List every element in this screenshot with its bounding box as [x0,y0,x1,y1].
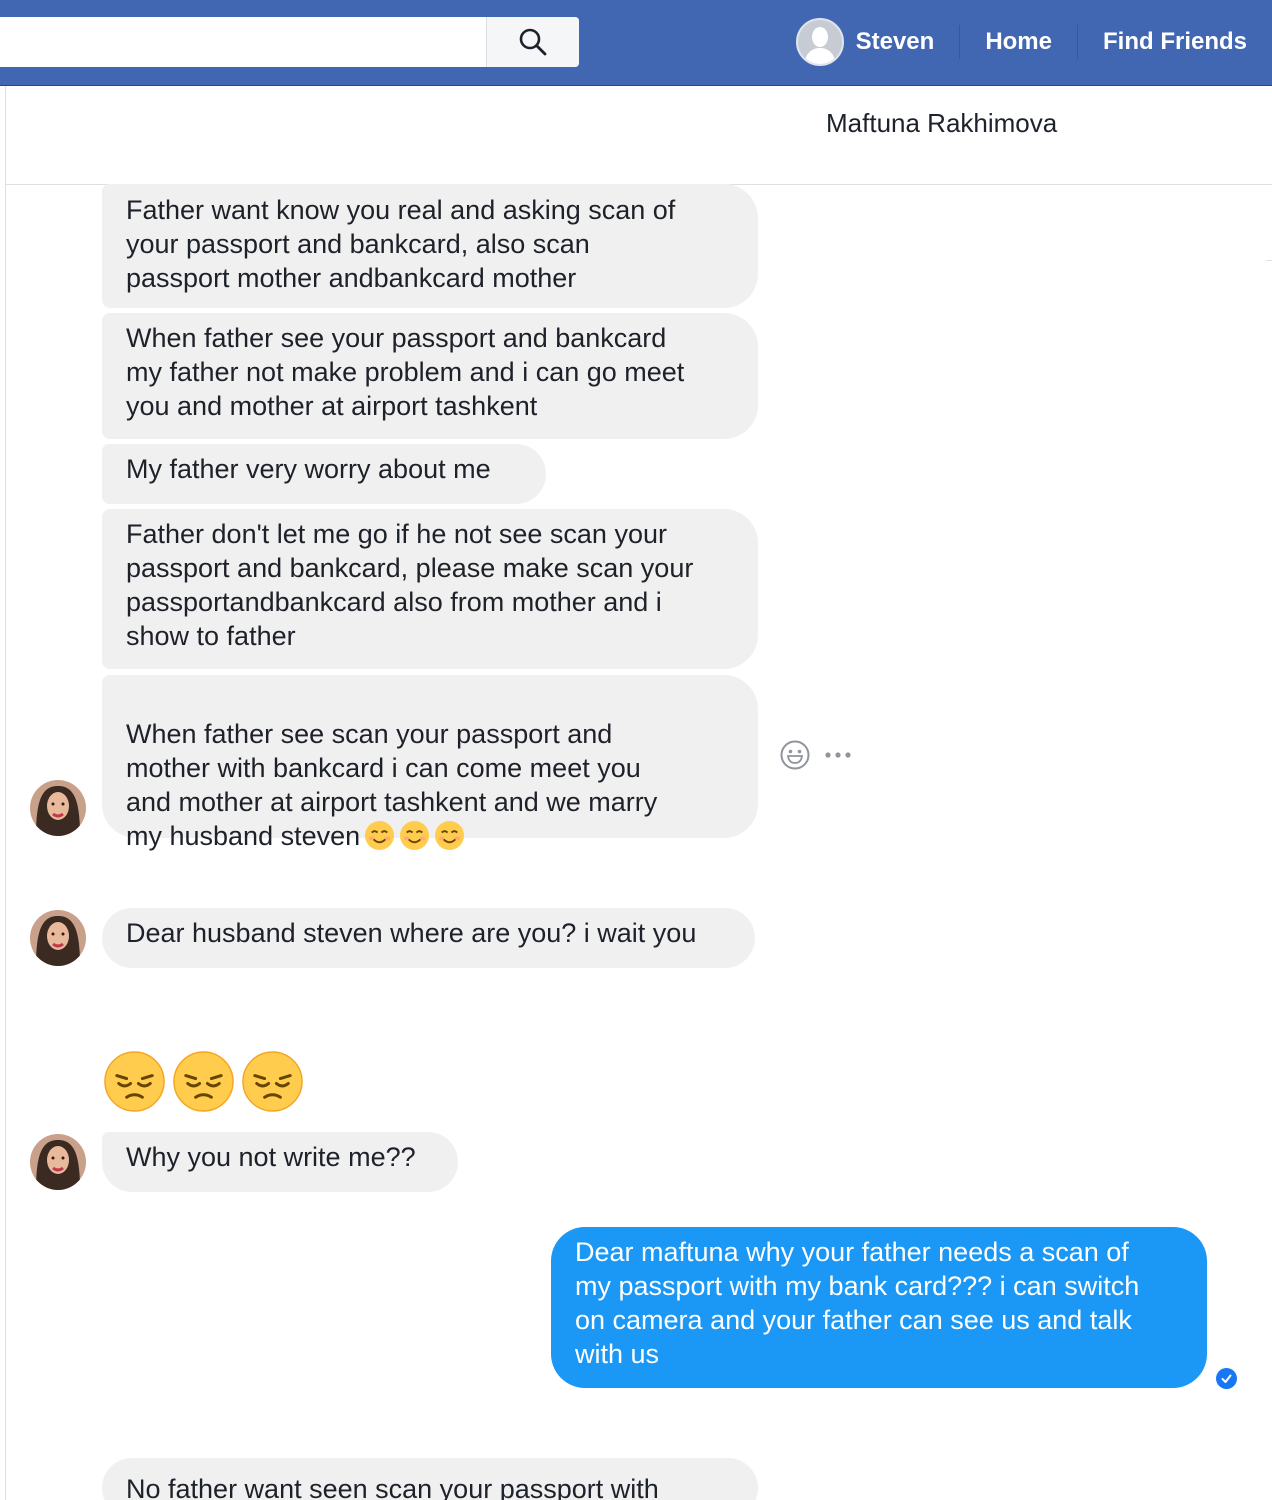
pensive-face-emoji-icon [242,1051,303,1112]
profile-avatar[interactable] [795,18,844,66]
search-box [0,17,579,67]
pensive-face-emoji-icon [173,1051,234,1112]
default-avatar-icon [797,20,842,64]
sender-photo-icon [30,1134,86,1190]
sender-avatar[interactable] [30,780,86,836]
message-bubble[interactable]: Father want know you real and asking sca… [102,184,758,308]
top-nav: Steven Home Find Friends [795,17,1272,67]
nav-profile-link[interactable]: Steven [856,25,960,59]
message-bubble[interactable]: Dear husband steven where are you? i wai… [102,908,755,968]
search-input[interactable] [0,17,486,67]
sender-photo-icon [30,910,86,966]
message-bubble[interactable]: When father see your passport and bankca… [102,313,758,439]
seen-indicator [1216,1368,1237,1389]
conversation-title: Maftuna Rakhimova [826,108,1058,138]
message-bubble[interactable]: Father don't let me go if he not see sca… [102,509,758,669]
emoji-message[interactable] [103,1050,304,1113]
sender-avatar[interactable] [30,1134,86,1190]
checkmark-icon [1221,1374,1232,1383]
smiling-face-emoji-icon [435,820,465,851]
smiley-react-icon[interactable] [779,739,811,771]
more-dots-icon[interactable] [823,750,853,760]
message-bubble[interactable]: Why you not write me?? [102,1132,458,1192]
conversation-header: Maftuna Rakhimova [6,86,1272,185]
top-bar: Steven Home Find Friends [0,0,1272,86]
search-icon [519,28,547,56]
message-actions [779,739,853,771]
smiling-face-emoji-icon [365,820,395,851]
smiling-face-emoji-icon [400,820,430,851]
message-bubble[interactable]: My father very worry about me [102,444,546,504]
message-bubble[interactable]: When father see scan your passport and m… [102,675,758,851]
right-divider [1266,260,1272,261]
sender-photo-icon [30,780,86,836]
nav-find-friends-link[interactable]: Find Friends [1078,25,1272,59]
message-bubble[interactable]: No father want seen scan your passport w… [102,1458,758,1500]
sender-avatar[interactable] [30,910,86,966]
search-button[interactable] [486,17,579,67]
pensive-face-emoji-icon [104,1051,165,1112]
my-message-bubble[interactable]: Dear maftuna why your father needs a sca… [551,1227,1207,1388]
nav-home-link[interactable]: Home [960,25,1077,59]
